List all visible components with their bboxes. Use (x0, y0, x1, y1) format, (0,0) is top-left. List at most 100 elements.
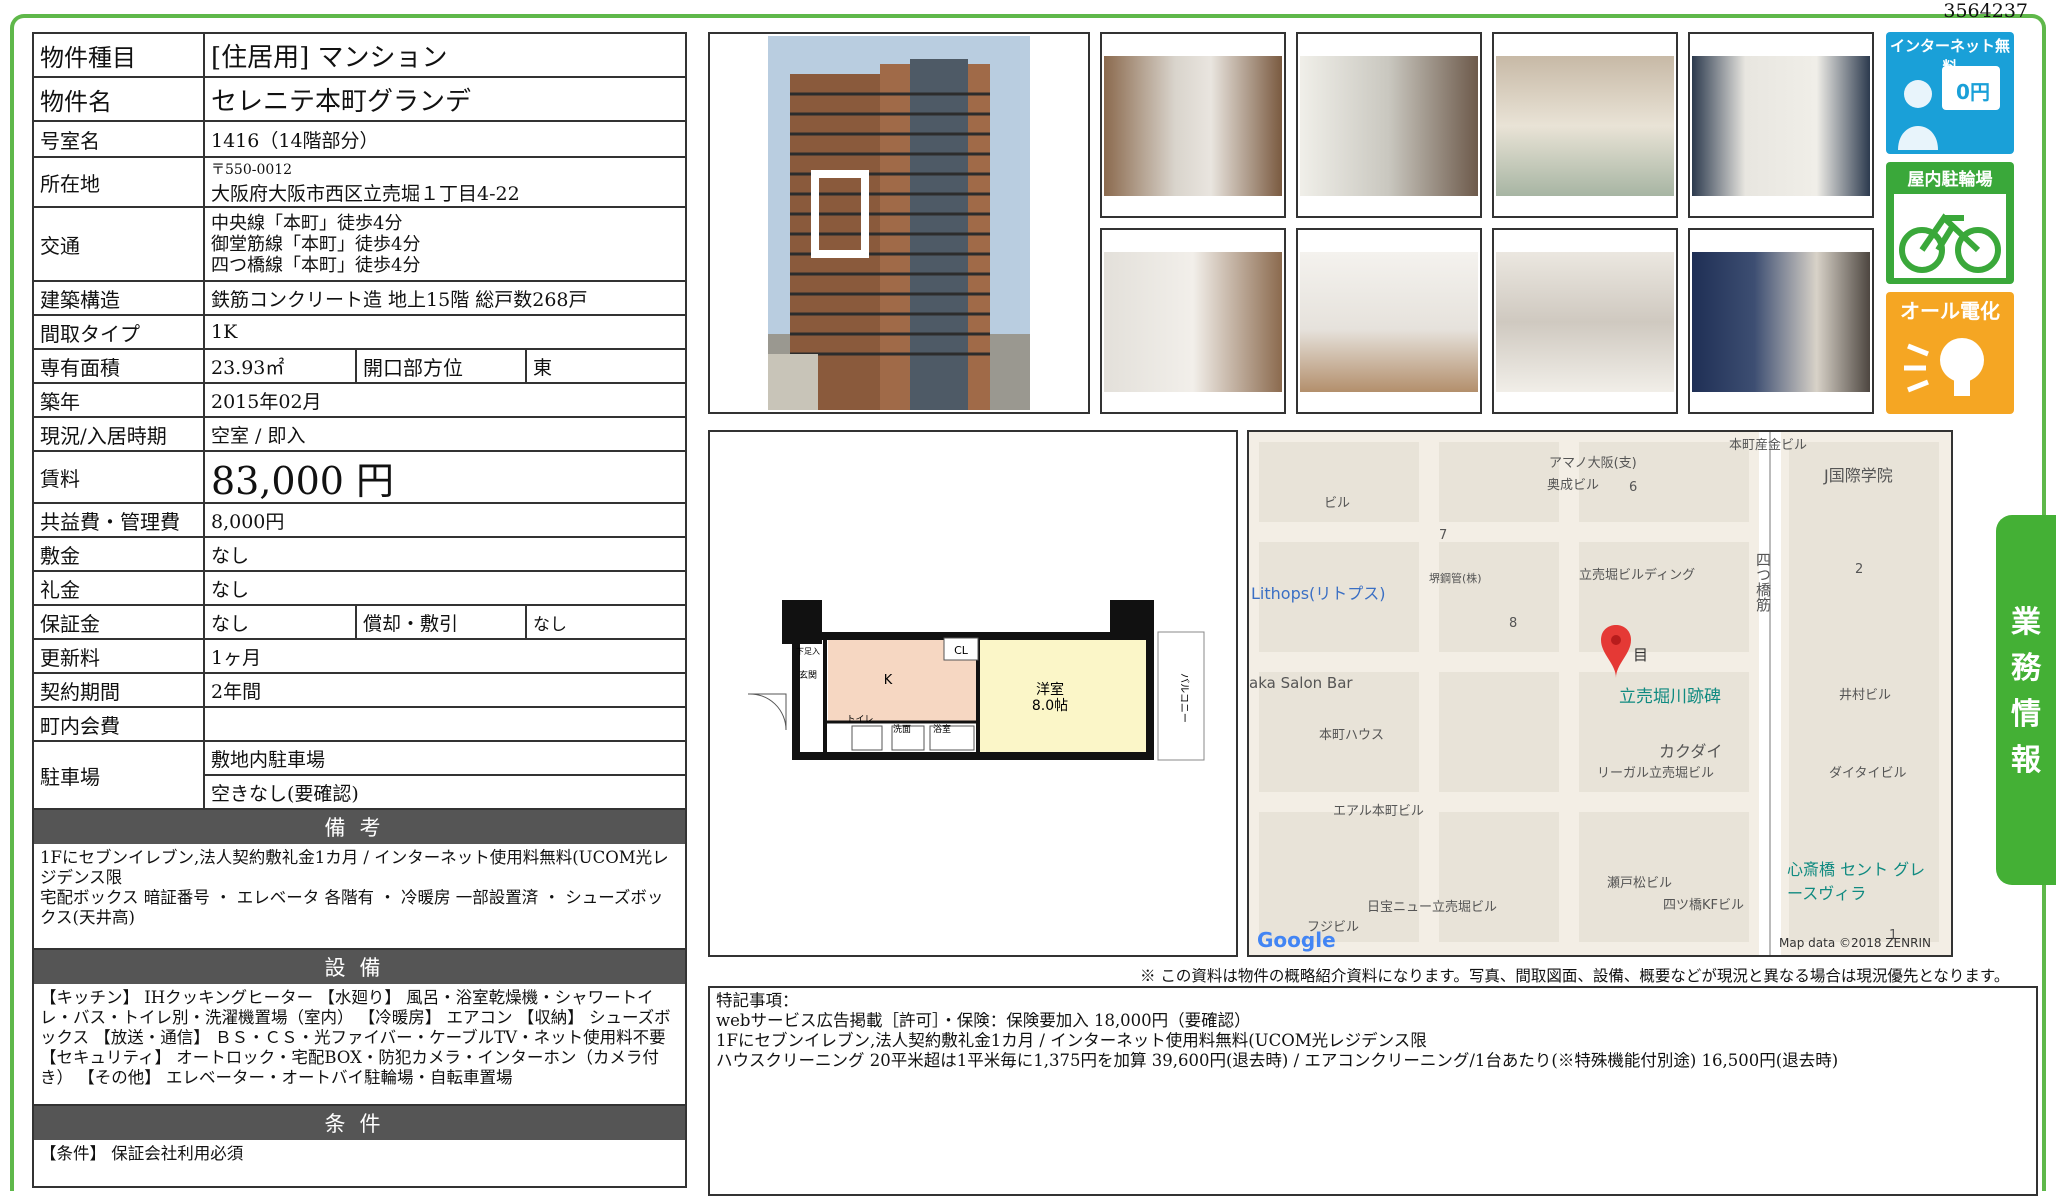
block-number: 6 (1629, 480, 1638, 495)
map-label: 日宝ニュー立売堀ビル (1367, 900, 1498, 915)
map-label: 瀬戸松ビル (1607, 876, 1673, 891)
balcony-label: バルコニー (1178, 673, 1190, 723)
renewal-value: 1ヶ月 (211, 646, 262, 669)
map-label: 井村ビル (1839, 688, 1892, 703)
special-line: 1Fにセブンイレブン,法人契約敷礼金1カ月 / インターネット使用料無料(UCO… (716, 1031, 1427, 1050)
assoc-value (205, 708, 685, 740)
postal-code: 〒550-0012 (211, 161, 293, 178)
room-size-label: 8.0帖 (1032, 698, 1068, 714)
map-label: aka Salon Bar (1249, 674, 1353, 692)
amort-label: 償却・敷引 (355, 606, 525, 638)
map-label: 堺鋼管(株) (1429, 572, 1482, 585)
keymoney-value: なし (211, 578, 250, 601)
address-value: 大阪府大阪市西区立売堀１丁目4-22 (211, 182, 520, 205)
indoor-bike-parking-label: 屋内駐輪場 (1907, 170, 1993, 190)
parking-value: 敷地内駐車場 (205, 742, 685, 776)
guarantee-label: 保証金 (34, 606, 205, 638)
remarks-body: 1Fにセブンイレブン,法人契約敷礼金1カ月 / インターネット使用料無料(UCO… (34, 844, 685, 950)
map-label: ビル (1324, 496, 1351, 511)
map-label: 心斎橋 セント グレースヴィラ (1787, 860, 1926, 903)
address-label: 所在地 (34, 158, 205, 206)
remarks-line: 宅配ボックス 暗証番号 ・ エレベータ 各階有 ・ 冷暖房 一部設置済 ・ シュ… (40, 888, 664, 927)
map-label: 本町ハウス (1319, 728, 1385, 743)
block-number: 7 (1439, 528, 1448, 543)
special-title: 特記事項： (716, 991, 799, 1010)
bicycle-icon (1894, 194, 2006, 278)
map-label: カクダイ (1659, 742, 1723, 761)
name-value: セレニテ本町グランデ (211, 86, 472, 117)
contract-label: 契約期間 (34, 674, 205, 706)
transit-label: 交通 (34, 208, 205, 280)
google-logo: Google (1257, 928, 1336, 952)
rent-value: 83,000 円 (211, 458, 395, 503)
kitchen-label: K (884, 673, 893, 688)
area-label: 専有面積 (34, 350, 205, 382)
parking-label: 駐車場 (34, 742, 205, 808)
map-label: リーガル立売堀ビル (1597, 766, 1715, 781)
conditions-body: 【条件】 保証会社利用必須 (40, 1144, 244, 1163)
structure-value: 鉄筋コンクリート造 地上15階 総戸数268戸 (211, 288, 588, 311)
closet-label: CL (954, 644, 969, 657)
equipment-body: 【キッチン】 IHクッキングヒーター 【水廻り】 風呂・浴室乾燥機・シャワートイ… (34, 984, 685, 1106)
type-label: 物件種目 (34, 34, 205, 76)
amort-value: なし (525, 606, 685, 638)
fee-label: 共益費・管理費 (34, 504, 205, 536)
remarks-header: 備考 (34, 810, 685, 844)
keymoney-label: 礼金 (34, 572, 205, 604)
interior-photo (1492, 32, 1678, 218)
street-label: 四つ橋筋 (1754, 552, 1772, 612)
deposit-label: 敷金 (34, 538, 205, 570)
direction-value: 東 (525, 350, 685, 382)
map-label: 本町産金ビル (1729, 438, 1808, 453)
conditions-header: 条件 (34, 1106, 685, 1140)
block-number: 8 (1509, 616, 1518, 631)
type-value: [住居用] マンション (211, 42, 448, 73)
tab-char: 務 (2011, 651, 2041, 686)
map-label: Lithops(リトプス) (1251, 584, 1386, 603)
block-number: 2 (1855, 562, 1864, 577)
bath-label: 浴室 (933, 723, 951, 735)
room-value: 1416（14階部分） (211, 129, 379, 152)
business-info-tab[interactable]: 業 務 情 報 (1996, 515, 2056, 885)
map-label: アマノ大阪(支) (1549, 456, 1637, 471)
map-label: 奥成ビル (1547, 478, 1600, 493)
indoor-bike-parking-badge: 屋内駐輪場 (1886, 162, 2014, 284)
map-attribution: Map data ©2018 ZENRIN (1779, 936, 1931, 950)
toilet-label: トイレ (846, 715, 873, 725)
contract-value: 2年間 (211, 680, 262, 703)
interior-photo (1296, 32, 1482, 218)
interior-photo (1492, 228, 1678, 414)
tab-char: 情 (2011, 697, 2041, 732)
internet-free-badge: インターネット無料 0円 (1886, 32, 2014, 154)
name-label: 物件名 (34, 78, 205, 120)
direction-label: 開口部方位 (355, 350, 525, 382)
rent-label: 賃料 (34, 452, 205, 502)
map-label: ダイタイビル (1829, 766, 1907, 781)
document-id: 3564237 (1943, 0, 2028, 22)
location-map: 本町産金ビル アマノ大阪(支) 奥成ビル J国際学院 ビル Lithops(リト… (1247, 430, 1953, 957)
map-label: 目 (1633, 646, 1649, 664)
fee-value: 8,000円 (211, 510, 285, 533)
shoebox-label: 下足入 (796, 647, 820, 656)
remarks-line: 1Fにセブンイレブン,法人契約敷礼金1カ月 / インターネット使用料無料(UCO… (40, 848, 669, 887)
transit-line: 中央線「本町」徒歩4分 (211, 212, 403, 234)
equipment-header: 設備 (34, 950, 685, 984)
map-label: エアル本町ビル (1333, 804, 1424, 819)
all-electric-label: オール電化 (1900, 299, 2000, 323)
deposit-value: なし (211, 544, 250, 567)
interior-photo (1100, 228, 1286, 414)
building-photo (708, 32, 1090, 414)
room-label: 号室名 (34, 122, 205, 156)
wash-label: 洗面 (893, 723, 911, 735)
tab-char: 業 (2011, 605, 2041, 640)
interior-photo (1100, 32, 1286, 218)
structure-label: 建築構造 (34, 282, 205, 314)
guarantee-value: なし (211, 612, 250, 635)
property-table: 物件種目 [住居用] マンション 物件名 セレニテ本町グランデ 号室名 1416（14… (32, 32, 687, 1188)
special-line: ハウスクリーニング 20平米超は1平米毎に1,375円を加算 39,600円(退… (716, 1051, 1839, 1070)
status-value: 空室 / 即入 (211, 424, 306, 447)
special-line: webサービス広告掲載［許可］・保険：保険要加入 18,000円（要確認） (716, 1011, 1251, 1030)
renewal-label: 更新料 (34, 640, 205, 672)
map-label: 立売堀ビルディング (1579, 568, 1696, 583)
balcony-photo (1688, 228, 1874, 414)
